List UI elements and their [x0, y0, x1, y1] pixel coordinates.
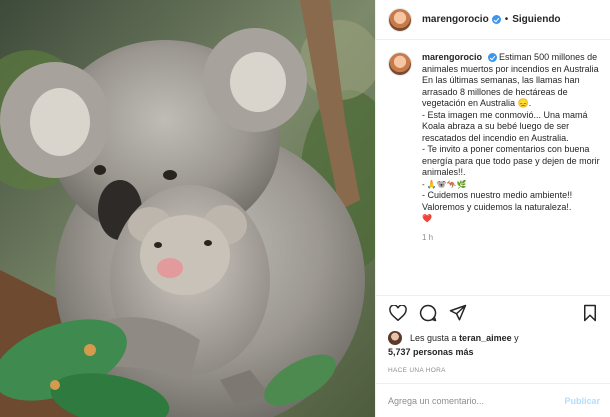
caption-line: En las últimas semanas, las llamas han a… [422, 75, 580, 108]
following-button[interactable]: Siguiendo [512, 14, 560, 25]
caption-line: - Te invito a poner comentarios con buen… [422, 144, 600, 177]
instagram-post-view: marengorocio • Siguiendo marengorocio Es… [0, 0, 610, 417]
caption-line: - Cuidemos nuestro medio ambiente!! Valo… [422, 190, 573, 212]
comment-icon[interactable] [418, 303, 438, 323]
post-header: marengorocio • Siguiendo [376, 0, 610, 40]
publish-button[interactable]: Publicar [564, 396, 600, 406]
share-icon[interactable] [448, 303, 468, 323]
caption-line: ❤️ [422, 214, 432, 223]
caption-username[interactable]: marengorocio [422, 52, 482, 62]
likes-conj: y [514, 333, 519, 343]
caption-timestamp[interactable]: 1 h [422, 233, 600, 242]
avatar[interactable] [388, 331, 402, 345]
comment-input[interactable]: Agrega un comentario... [388, 396, 564, 406]
avatar[interactable] [388, 7, 412, 32]
post-side-panel: marengorocio • Siguiendo marengorocio Es… [375, 0, 610, 417]
liker-username[interactable]: teran_aimee [459, 333, 512, 343]
avatar[interactable] [388, 52, 412, 76]
header-separator: • [504, 14, 509, 25]
verified-badge-icon [491, 15, 501, 24]
verified-badge-icon [487, 53, 497, 63]
post-photo-koala[interactable] [0, 0, 375, 417]
likes-prefix: Les gusta a [410, 333, 457, 343]
likes-count[interactable]: 5,737 personas más [376, 347, 610, 361]
caption-text: marengorocio Estiman 500 millones de ani… [422, 52, 600, 225]
action-bar [376, 295, 610, 329]
likes-text: Les gusta a teran_aimee y [410, 333, 519, 343]
bookmark-icon[interactable] [580, 303, 600, 323]
likes-summary: Les gusta a teran_aimee y [376, 329, 610, 347]
caption: marengorocio Estiman 500 millones de ani… [388, 52, 600, 225]
caption-line: - 🙏🐨🦘🌿 [422, 179, 467, 189]
caption-line: - Esta imagen me conmovió... Una mamá Ko… [422, 109, 588, 143]
comments-area: marengorocio Estiman 500 millones de ani… [376, 40, 610, 295]
post-age[interactable]: HACE UNA HORA [376, 361, 610, 383]
post-username[interactable]: marengorocio [422, 14, 489, 25]
comment-composer: Agrega un comentario... Publicar [376, 383, 610, 417]
koala-photo-illustration [0, 0, 375, 417]
heart-icon[interactable] [388, 303, 408, 323]
